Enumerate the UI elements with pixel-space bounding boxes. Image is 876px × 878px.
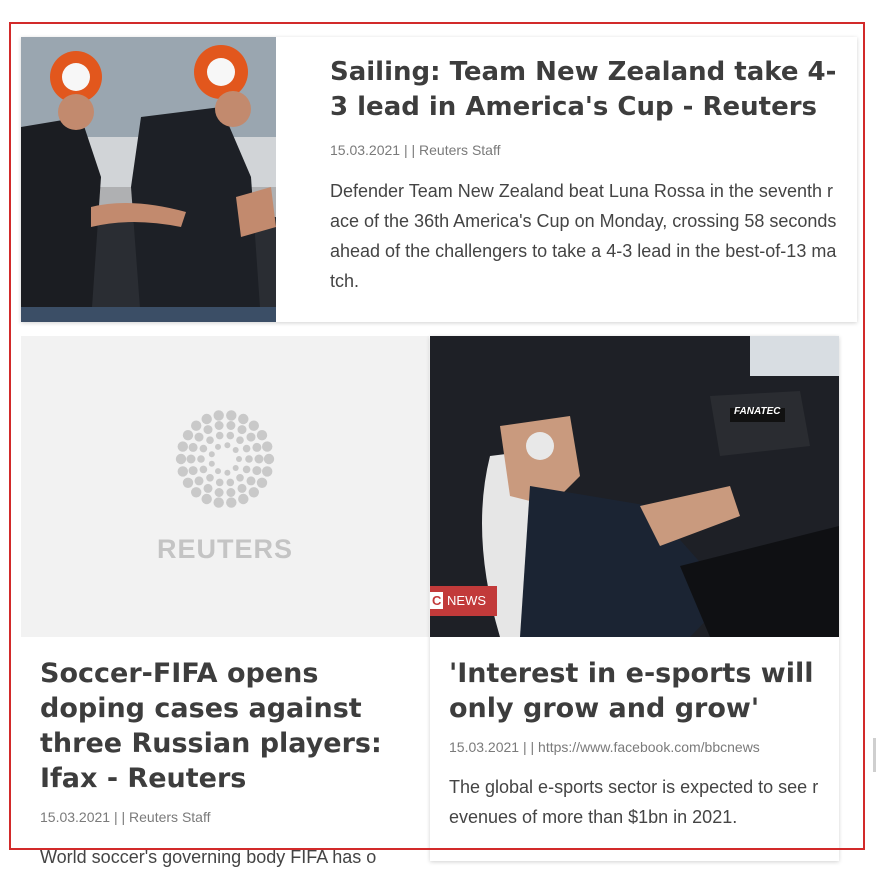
logo-dot: [248, 420, 259, 431]
article-text-sailing: Sailing: Team New Zealand take 4-3 lead …: [330, 55, 840, 314]
logo-dot: [215, 478, 224, 487]
logo-dot: [263, 453, 275, 465]
bbc-news-badge: C NEWS: [430, 586, 497, 616]
article-image-reuters-placeholder[interactable]: REUTERS: [21, 336, 429, 637]
fanatec-overlay: FANATEC: [734, 406, 781, 417]
article-meta: 15.03.2021 | | https://www.facebook.com/…: [449, 739, 829, 755]
logo-dot: [236, 436, 244, 444]
logo-dot: [246, 476, 256, 486]
logo-dot: [208, 460, 215, 467]
logo-dot: [194, 476, 204, 486]
article-meta: 15.03.2021 | | Reuters Staff: [330, 142, 840, 158]
article-meta: 15.03.2021 | | Reuters Staff: [40, 809, 420, 825]
article-date: 15.03.2021: [330, 142, 401, 158]
logo-dot: [197, 455, 205, 463]
article-title[interactable]: Soccer-FIFA opens doping cases against t…: [40, 656, 420, 796]
reuters-logo-icon: [175, 410, 275, 508]
logo-dot: [177, 441, 188, 452]
article-date: 15.03.2021: [449, 739, 520, 755]
article-title[interactable]: 'Interest in e-sports will only grow and…: [449, 656, 829, 726]
logo-dot: [242, 465, 251, 474]
logo-dot: [226, 421, 236, 430]
meta-separator: | |: [113, 809, 126, 825]
logo-dot: [252, 466, 262, 476]
logo-dot: [182, 430, 194, 441]
article-author[interactable]: Reuters Staff: [419, 142, 500, 158]
article-image-sailing[interactable]: [21, 37, 276, 322]
article-excerpt: World soccer's governing body FIFA has o: [40, 847, 377, 867]
badge-letter: C: [430, 592, 444, 609]
logo-dot: [214, 421, 224, 430]
logo-dot: [256, 430, 268, 441]
meta-separator: | |: [403, 142, 416, 158]
badge-text: NEWS: [447, 593, 487, 608]
logo-dot: [226, 497, 237, 508]
article-card-sailing[interactable]: Sailing: Team New Zealand take 4-3 lead …: [21, 37, 857, 322]
article-text-fifa: Soccer-FIFA opens doping cases against t…: [40, 656, 420, 878]
logo-dot: [226, 410, 237, 421]
logo-dot: [254, 454, 264, 464]
logo-dot: [246, 432, 256, 442]
article-author[interactable]: https://www.facebook.com/bbcnews: [538, 739, 760, 755]
sailors-photo-icon: [21, 37, 276, 322]
logo-dot: [237, 425, 247, 435]
logo-dot: [215, 468, 221, 475]
logo-dot: [236, 474, 244, 482]
logo-dot: [214, 488, 224, 497]
logo-dot: [232, 465, 239, 471]
article-excerpt: The global e-sports sector is expected t…: [449, 777, 819, 827]
article-author[interactable]: Reuters Staff: [129, 809, 210, 825]
logo-dot: [175, 453, 187, 465]
logo-dot: [191, 420, 202, 431]
logo-dot: [238, 493, 249, 505]
logo-dot: [215, 443, 221, 450]
logo-dot: [242, 444, 251, 453]
logo-dot: [215, 431, 224, 440]
logo-dot: [237, 483, 247, 493]
logo-dot: [256, 477, 268, 488]
logo-dot: [213, 410, 224, 421]
logo-dot: [201, 413, 212, 425]
logo-dot: [201, 493, 212, 505]
logo-dot: [208, 451, 215, 458]
reuters-logo-text: REUTERS: [156, 534, 293, 564]
logo-dot: [226, 478, 235, 487]
article-date: 15.03.2021: [40, 809, 111, 825]
logo-dot: [182, 477, 194, 488]
logo-dot: [206, 436, 214, 444]
article-title[interactable]: Sailing: Team New Zealand take 4-3 lead …: [330, 55, 840, 125]
logo-dot: [191, 487, 202, 498]
logo-dot: [248, 487, 259, 498]
article-card-fifa[interactable]: REUTERS Soccer-FIFA opens doping cases a…: [21, 336, 429, 878]
logo-dot: [262, 441, 273, 452]
logo-dot: [224, 442, 231, 449]
article-excerpt: Defender Team New Zealand beat Luna Ross…: [330, 181, 837, 291]
logo-dot: [188, 466, 198, 476]
logo-dot: [213, 497, 224, 508]
meta-separator: | |: [522, 739, 535, 755]
logo-dot: [194, 432, 204, 442]
logo-dot: [236, 456, 242, 462]
logo-dot: [199, 465, 208, 474]
logo-dot: [206, 474, 214, 482]
logo-dot: [224, 469, 231, 476]
logo-dot: [245, 455, 253, 463]
article-text-esports: 'Interest in e-sports will only grow and…: [449, 656, 829, 850]
logo-dot: [203, 425, 213, 435]
logo-dot: [262, 466, 273, 477]
article-image-esports[interactable]: C NEWS FANATEC: [430, 336, 839, 637]
logo-dot: [226, 431, 235, 440]
logo-dot: [252, 442, 262, 452]
logo-dot: [226, 488, 236, 497]
logo-dot: [232, 447, 239, 453]
logo-dot: [177, 466, 188, 477]
logo-dot: [186, 454, 196, 464]
logo-dot: [238, 413, 249, 425]
logo-dot: [188, 442, 198, 452]
article-card-esports[interactable]: C NEWS FANATEC 'Interest in e-sports wil…: [430, 336, 839, 861]
logo-dot: [199, 444, 208, 453]
logo-dot: [203, 483, 213, 493]
